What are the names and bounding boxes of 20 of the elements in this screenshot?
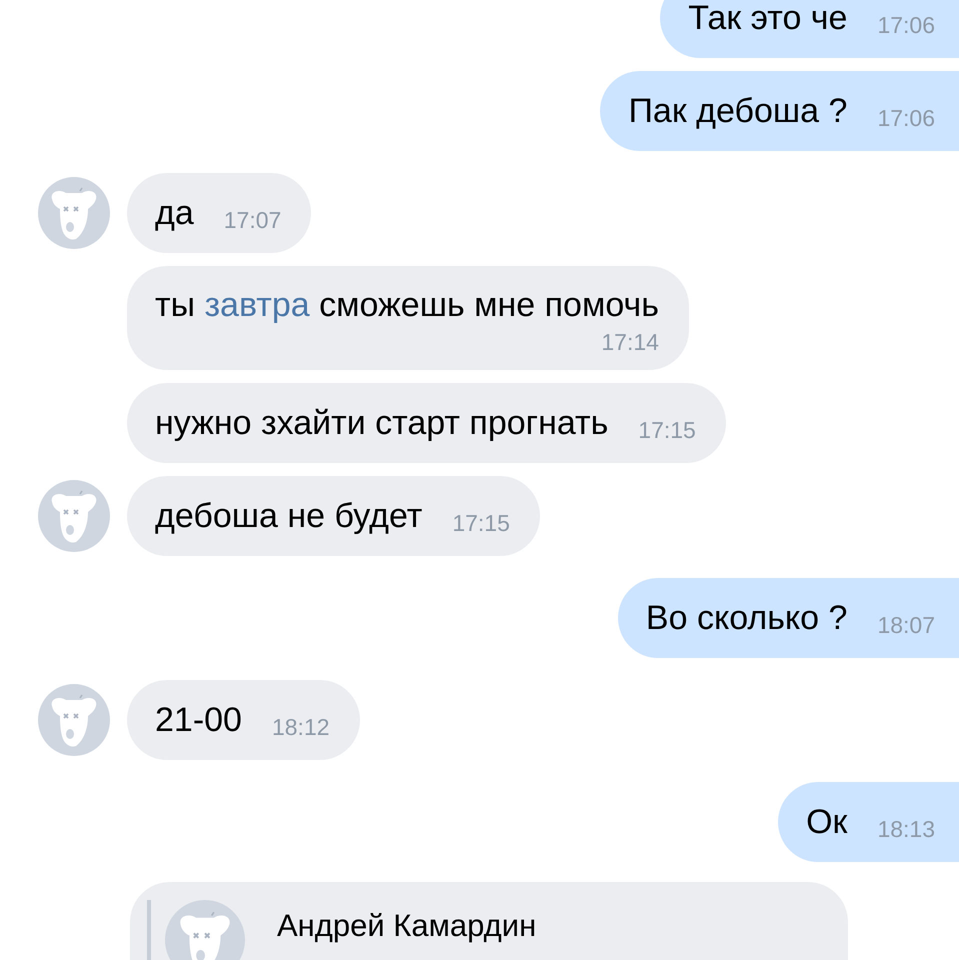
message-text: Пак дебоша ? <box>628 94 848 128</box>
message-time: 18:07 <box>877 611 935 639</box>
message-text: да <box>155 196 194 230</box>
message-text: дебоша не будет <box>155 499 422 533</box>
message-text: Так это че <box>688 1 848 35</box>
author-name: Андрей Камардин <box>277 907 536 945</box>
message-time: 18:12 <box>272 713 330 741</box>
message-time: 17:07 <box>224 206 282 234</box>
message-time: 17:06 <box>877 11 935 39</box>
dog-avatar-icon <box>165 900 245 960</box>
message-text: Во сколько ? <box>646 601 848 635</box>
message-time: 17:15 <box>638 416 696 444</box>
message-time: 17:15 <box>452 509 510 537</box>
message-time: 17:14 <box>601 328 659 356</box>
message-text: нужно зхайти старт прогнать <box>155 406 608 440</box>
message-time: 17:06 <box>877 104 935 132</box>
message-text: Ок <box>806 805 848 839</box>
message-text: ты завтра сможешь мне помочь <box>155 288 659 322</box>
message-text: 21-00 <box>155 703 242 737</box>
message-time: 18:13 <box>877 815 935 843</box>
